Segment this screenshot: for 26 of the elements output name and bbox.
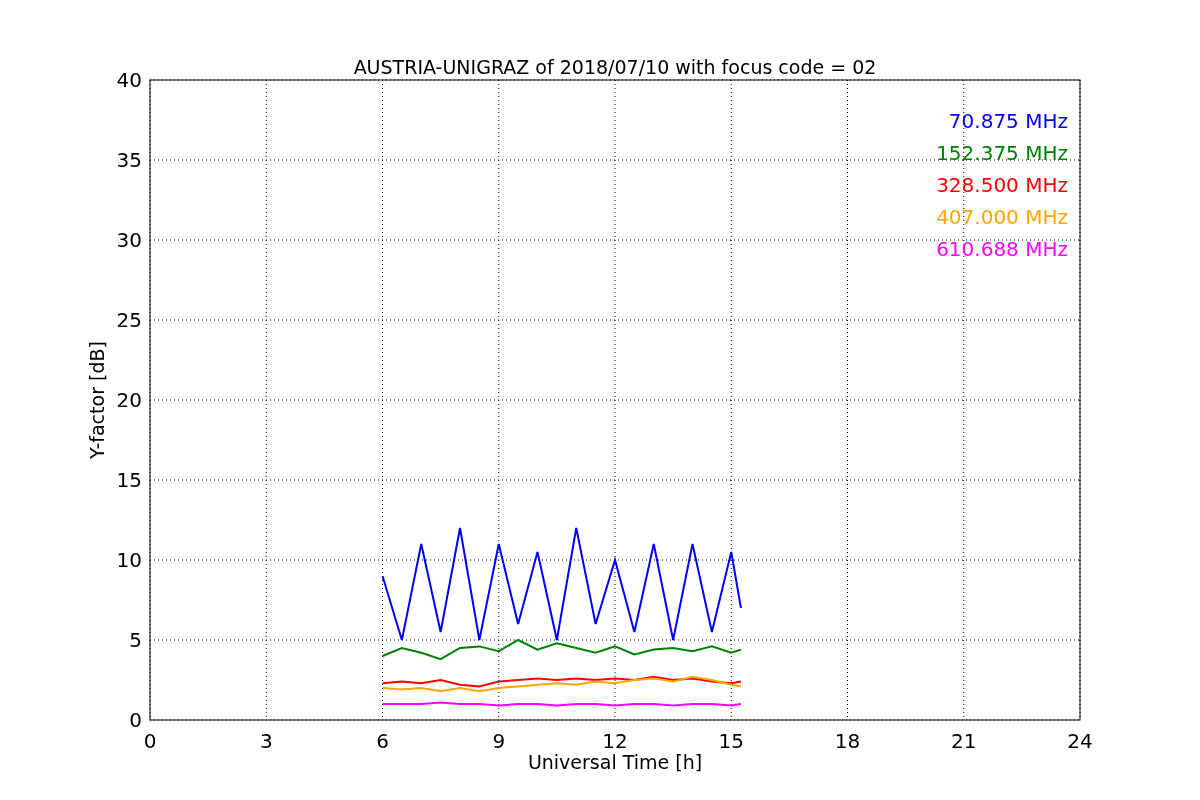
legend-label: 407.000 MHz: [936, 205, 1068, 229]
legend-label: 152.375 MHz: [936, 141, 1068, 165]
x-tick-label: 24: [1067, 729, 1093, 753]
x-tick-label: 15: [718, 729, 744, 753]
y-tick-label: 15: [116, 468, 142, 492]
x-tick-label: 6: [376, 729, 389, 753]
y-tick-label: 35: [116, 148, 142, 172]
y-tick-label: 0: [129, 708, 142, 732]
x-tick-label: 12: [602, 729, 628, 753]
x-tick-label: 18: [834, 729, 861, 753]
x-tick-label: 21: [951, 729, 977, 753]
x-tick-label: 0: [143, 729, 157, 753]
x-tick-label: 9: [492, 729, 506, 753]
legend-label: 328.500 MHz: [936, 173, 1068, 197]
y-tick-label: 5: [129, 628, 142, 652]
legend-label: 70.875 MHz: [948, 109, 1068, 133]
x-axis-label: Universal Time [h]: [527, 751, 703, 773]
y-tick-label: 40: [116, 68, 142, 92]
legend-label: 610.688 MHz: [936, 237, 1068, 261]
chart-title: AUSTRIA-UNIGRAZ of 2018/07/10 with focus code = 02: [353, 56, 877, 78]
y-tick-label: 30: [116, 228, 142, 252]
y-tick-label: 25: [116, 308, 142, 332]
y-tick-label: 20: [116, 388, 142, 412]
x-tick-label: 3: [259, 729, 273, 753]
y-axis-label: Y-factor [dB]: [86, 341, 108, 459]
y-tick-label: 10: [116, 548, 142, 572]
